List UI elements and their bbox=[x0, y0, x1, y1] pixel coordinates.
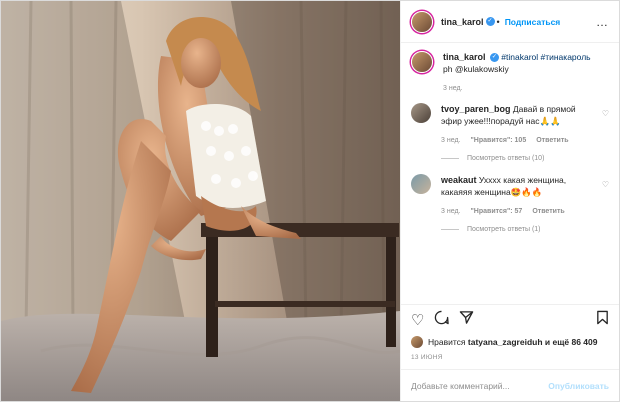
replies-divider bbox=[441, 229, 459, 230]
header-meta: tina_karol ✓ • Подписаться bbox=[441, 17, 560, 27]
comment-meta: 3 нед. "Нравится": 105 Ответить bbox=[441, 135, 595, 147]
reply-button[interactable]: Ответить bbox=[532, 206, 564, 218]
comment-like-heart-icon[interactable]: ♡ bbox=[602, 180, 609, 189]
comment-item: weakaut Ухххх какая женщина, какаяяя жен… bbox=[411, 174, 609, 218]
comments-list[interactable]: tina_karol ✓ #tinakarol #тинакароль ph @… bbox=[401, 43, 619, 304]
add-comment-bar: Опубликовать bbox=[401, 369, 619, 401]
view-replies-label: Посмотреть ответы (1) bbox=[467, 226, 541, 233]
commenter-username[interactable]: tvoy_paren_bog bbox=[441, 104, 511, 114]
caption-meta: 3 нед. bbox=[443, 83, 595, 95]
comment-time: 3 нед. bbox=[441, 208, 461, 215]
post-header: tina_karol ✓ • Подписаться … bbox=[401, 1, 619, 43]
verified-icon: ✓ bbox=[489, 53, 499, 63]
verified-icon: ✓ bbox=[485, 17, 495, 26]
replies-divider bbox=[441, 158, 459, 159]
caption: tina_karol ✓ #tinakarol #тинакароль ph @… bbox=[411, 51, 609, 95]
comment-input[interactable] bbox=[411, 380, 549, 391]
caption-avatar[interactable] bbox=[411, 51, 433, 73]
action-bar: ♡ bbox=[401, 304, 619, 334]
view-replies-button[interactable]: Посмотреть ответы (10) bbox=[441, 155, 609, 162]
likes-count[interactable]: и ещё 86 409 bbox=[545, 337, 598, 347]
comment-body: tvoy_paren_bog Давай в прямой эфир ужее!… bbox=[441, 103, 609, 147]
comment-bubble-icon[interactable] bbox=[434, 310, 450, 329]
publish-button[interactable]: Опубликовать bbox=[548, 381, 609, 391]
header-separator: • bbox=[496, 16, 500, 27]
likes-summary: Нравится tatyana_zagreiduh и ещё 86 409 bbox=[401, 334, 619, 350]
comment-like-heart-icon[interactable]: ♡ bbox=[602, 109, 609, 118]
author-username[interactable]: tina_karol bbox=[441, 17, 484, 27]
reply-button[interactable]: Ответить bbox=[536, 135, 568, 147]
comment-likes[interactable]: "Нравится": 57 bbox=[470, 206, 522, 218]
commenter-username[interactable]: weakaut bbox=[441, 175, 477, 185]
commenter-avatar[interactable] bbox=[411, 103, 431, 123]
caption-hashtags[interactable]: #tinakarol #тинакароль bbox=[501, 52, 590, 62]
caption-time: 3 нед. bbox=[443, 85, 463, 92]
bookmark-icon[interactable] bbox=[596, 310, 609, 329]
post-photo-image bbox=[1, 1, 400, 401]
instagram-post: tina_karol ✓ • Подписаться … tina_karol … bbox=[0, 0, 620, 402]
liker-username[interactable]: tatyana_zagreiduh bbox=[468, 337, 543, 347]
comment-item: tvoy_paren_bog Давай в прямой эфир ужее!… bbox=[411, 103, 609, 147]
comment-likes[interactable]: "Нравится": 105 bbox=[470, 135, 526, 147]
share-plane-icon[interactable] bbox=[459, 310, 474, 329]
view-replies-button[interactable]: Посмотреть ответы (1) bbox=[441, 226, 609, 233]
comment-body: weakaut Ухххх какая женщина, какаяяя жен… bbox=[441, 174, 609, 218]
post-sidebar: tina_karol ✓ • Подписаться … tina_karol … bbox=[400, 1, 619, 401]
more-options-icon[interactable]: … bbox=[596, 15, 609, 29]
commenter-avatar[interactable] bbox=[411, 174, 431, 194]
liker-avatar[interactable] bbox=[411, 336, 423, 348]
caption-text: ph @kulakowskiy bbox=[443, 64, 509, 74]
post-date[interactable]: 13 ИЮНЯ bbox=[401, 350, 619, 369]
comment-meta: 3 нед. "Нравится": 57 Ответить bbox=[441, 206, 595, 218]
view-replies-label: Посмотреть ответы (10) bbox=[467, 155, 545, 162]
like-heart-icon[interactable]: ♡ bbox=[411, 311, 424, 329]
post-photo[interactable] bbox=[1, 1, 400, 401]
likes-prefix: Нравится bbox=[428, 337, 466, 347]
comment-time: 3 нед. bbox=[441, 137, 461, 144]
follow-button[interactable]: Подписаться bbox=[505, 17, 561, 27]
author-avatar[interactable] bbox=[411, 10, 433, 33]
caption-username[interactable]: tina_karol bbox=[443, 52, 486, 62]
caption-body: tina_karol ✓ #tinakarol #тинакароль ph @… bbox=[443, 51, 609, 95]
